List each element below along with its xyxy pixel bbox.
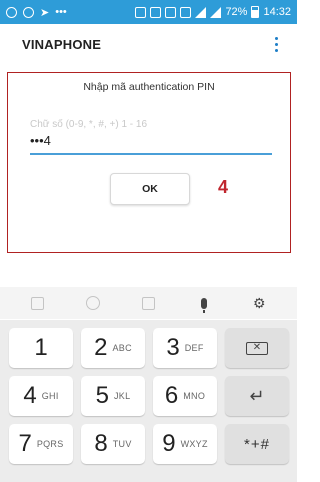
key-letters: GHI bbox=[41, 391, 59, 401]
key-digit: 6 bbox=[164, 382, 179, 409]
key-7[interactable]: 7 PQRS bbox=[9, 424, 73, 464]
nfc-icon bbox=[165, 6, 177, 18]
app-bar: VINAPHONE bbox=[0, 24, 297, 64]
dialog-title: Nhập mã authentication PIN bbox=[83, 81, 215, 93]
enter-icon: ↵ bbox=[249, 385, 265, 406]
key-4[interactable]: 4 GHI bbox=[9, 376, 73, 416]
key-letters: JKL bbox=[113, 391, 131, 401]
data-icon bbox=[180, 6, 192, 18]
battery-percent: 72% bbox=[225, 6, 248, 18]
key-digit: 9 bbox=[162, 430, 176, 457]
app-title: VINAPHONE bbox=[22, 36, 102, 52]
pin-input[interactable]: •••4 bbox=[30, 133, 51, 148]
key-2[interactable]: 2 ABC bbox=[81, 328, 145, 368]
key-digit: 8 bbox=[94, 430, 108, 457]
pin-hint: Chữ số (0-9, *, #, +) 1 - 16 bbox=[30, 119, 148, 130]
wifi-icon bbox=[195, 6, 207, 18]
emoji-icon[interactable] bbox=[85, 295, 101, 311]
key-digit: 2 bbox=[94, 334, 108, 361]
step-number: 4 bbox=[218, 177, 229, 197]
signal-icon bbox=[210, 6, 222, 18]
key-digit: 1 bbox=[34, 334, 48, 361]
more-vert-icon[interactable] bbox=[275, 36, 279, 52]
key-digit: 4 bbox=[23, 382, 37, 409]
ok-button[interactable]: OK bbox=[110, 173, 190, 205]
alarm-icon bbox=[135, 6, 147, 18]
key-letters: DEF bbox=[184, 343, 204, 353]
pin-dialog: Nhập mã authentication PIN Chữ số (0-9, … bbox=[7, 72, 291, 253]
backspace-icon: ✕ bbox=[246, 341, 268, 355]
dots-icon: ••• bbox=[55, 6, 67, 18]
status-bar: ➤ ••• 72% 14:32 bbox=[0, 0, 297, 24]
key-5[interactable]: 5 JKL bbox=[81, 376, 145, 416]
key-digit: 5 bbox=[95, 382, 109, 409]
key-letters: PQRS bbox=[36, 439, 64, 449]
enter-key[interactable]: ↵ bbox=[225, 376, 289, 416]
mic-icon[interactable] bbox=[196, 295, 212, 313]
key-9[interactable]: 9 WXYZ bbox=[153, 424, 217, 464]
key-8[interactable]: 8 TUV bbox=[81, 424, 145, 464]
battery-icon bbox=[251, 6, 260, 18]
numeric-keypad: 1 2 ABC 3 DEF ✕ 4 GHI 5 JKL 6 MNO ↵ 7 PQ… bbox=[0, 320, 297, 482]
key-letters: MNO bbox=[183, 391, 206, 401]
backspace-key[interactable]: ✕ bbox=[225, 328, 289, 368]
key-letters: TUV bbox=[112, 439, 132, 449]
mute-icon bbox=[150, 6, 162, 18]
sticker-icon[interactable] bbox=[30, 295, 46, 311]
key-letters: WXYZ bbox=[180, 439, 208, 449]
sync-icon bbox=[6, 6, 17, 18]
key-3[interactable]: 3 DEF bbox=[153, 328, 217, 368]
pin-input-underline bbox=[30, 153, 272, 155]
gif-icon[interactable] bbox=[140, 295, 156, 311]
key-1[interactable]: 1 bbox=[9, 328, 73, 368]
clock: 14:32 bbox=[263, 6, 291, 18]
key-letters: ABC bbox=[112, 343, 132, 353]
key-digit: 7 bbox=[18, 430, 32, 457]
telegram-icon: ➤ bbox=[40, 6, 50, 19]
symbols-label: *+# bbox=[244, 435, 270, 453]
key-6[interactable]: 6 MNO bbox=[153, 376, 217, 416]
settings-icon[interactable]: ⚙ bbox=[251, 295, 267, 311]
symbols-key[interactable]: *+# bbox=[225, 424, 289, 464]
keyboard-toolbar: ⚙ bbox=[0, 287, 297, 319]
circle-icon bbox=[23, 6, 34, 18]
key-digit: 3 bbox=[166, 334, 180, 361]
